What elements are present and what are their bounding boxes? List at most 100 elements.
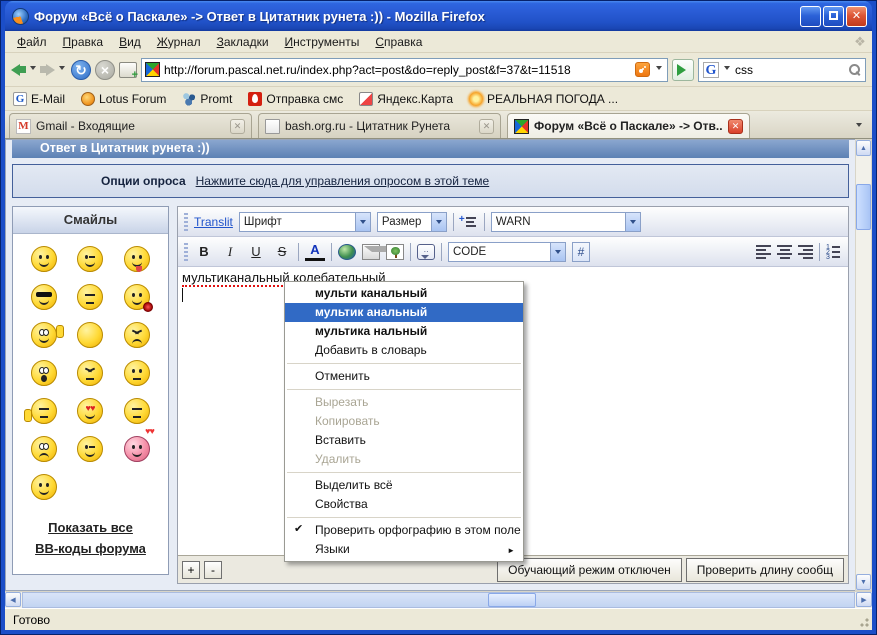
bookmark-item[interactable]: Яндекс.Карта <box>359 92 453 106</box>
menu-4[interactable]: Журнал <box>149 32 209 52</box>
align-left-icon[interactable] <box>756 242 771 261</box>
context-menu-item[interactable]: Языки► <box>285 540 523 559</box>
minimize-button[interactable] <box>800 6 821 27</box>
bookmark-item[interactable]: GE-Mail <box>13 92 65 106</box>
scroll-up-icon[interactable]: ▲ <box>856 140 871 156</box>
smiley-love-eyes-icon[interactable]: ♥♥ <box>77 398 103 424</box>
bookmark-item[interactable]: Отправка смс <box>248 92 343 106</box>
bookmark-item[interactable]: РЕАЛЬНАЯ ПОГОДА ... <box>469 92 618 106</box>
tab-close-icon[interactable]: ✕ <box>728 119 743 134</box>
align-right-icon[interactable] <box>798 242 813 261</box>
strikethrough-button[interactable]: S <box>272 242 292 262</box>
context-menu-item[interactable]: Свойства <box>285 495 523 514</box>
tab-list-dropdown[interactable] <box>850 116 868 136</box>
resize-grip-icon[interactable] <box>859 617 869 627</box>
bb-codes-link[interactable]: ВВ-коды форума <box>17 539 164 560</box>
horizontal-scroll-thumb[interactable] <box>488 593 536 607</box>
numbered-list-icon[interactable]: 123 <box>826 243 842 260</box>
decrease-size-button[interactable]: - <box>204 561 222 579</box>
show-all-smileys-link[interactable]: Показать все <box>17 518 164 539</box>
smiley-grin-icon[interactable] <box>31 474 57 500</box>
forward-history-dropdown[interactable] <box>59 66 65 73</box>
menu-5[interactable]: Закладки <box>209 32 277 52</box>
bookmark-item[interactable]: Lotus Forum <box>81 92 166 106</box>
smiley-worried-icon[interactable] <box>31 436 57 462</box>
size-select[interactable]: Размер <box>377 212 447 232</box>
vertical-scrollbar[interactable]: ▲ ▼ <box>855 139 872 591</box>
url-dropdown[interactable] <box>656 66 662 73</box>
underline-button[interactable]: U <box>246 242 266 262</box>
spelling-suggestion[interactable]: мультик анальный <box>285 303 523 322</box>
back-button[interactable] <box>11 64 26 76</box>
check-length-button[interactable]: Проверить длину сообщ <box>686 558 844 582</box>
new-tab-button[interactable] <box>119 62 137 78</box>
go-button[interactable] <box>672 59 694 81</box>
training-mode-button[interactable]: Обучающий режим отключен <box>497 558 682 582</box>
address-bar[interactable]: http://forum.pascal.net.ru/index.php?act… <box>141 58 668 82</box>
menu-3[interactable]: Вид <box>111 32 149 52</box>
forward-button[interactable] <box>40 64 55 76</box>
smiley-cool-icon[interactable] <box>31 284 57 310</box>
tab-3[interactable]: Форум «Всё о Паскале» -> Отв...✕ <box>507 113 750 138</box>
scroll-left-icon[interactable]: ◀ <box>5 592 21 607</box>
insert-link-icon[interactable] <box>338 244 356 260</box>
insert-image-icon[interactable] <box>386 244 404 260</box>
menu-1[interactable]: Файл <box>9 32 55 52</box>
smiley-blushing-hearts-icon[interactable]: ♥♥ <box>124 436 150 462</box>
scroll-right-icon[interactable]: ▶ <box>856 592 872 607</box>
smiley-surprised-icon[interactable] <box>31 360 57 386</box>
close-button[interactable]: ✕ <box>846 6 867 27</box>
horizontal-scrollbar[interactable]: ◀ ▶ <box>5 591 872 608</box>
tab-1[interactable]: MGmail - Входящие✕ <box>9 113 252 138</box>
search-input[interactable]: css <box>735 63 846 77</box>
stop-button[interactable]: × <box>95 60 115 80</box>
increase-size-button[interactable]: + <box>182 561 200 579</box>
menu-2[interactable]: Правка <box>55 32 112 52</box>
font-select[interactable]: Шрифт <box>239 212 371 232</box>
smiley-thumbs-up-icon[interactable] <box>31 322 57 348</box>
smiley-sleepy-icon[interactable] <box>124 398 150 424</box>
chevron-down-icon[interactable] <box>550 243 565 261</box>
smiley-smile-icon[interactable] <box>31 246 57 272</box>
warn-select[interactable]: WARN <box>491 212 641 232</box>
search-box[interactable]: G css <box>698 58 866 82</box>
menu-6[interactable]: Инструменты <box>277 32 368 52</box>
google-search-icon[interactable]: G <box>703 62 719 78</box>
titlebar[interactable]: Форум «Всё о Паскале» -> Ответ в Цитатни… <box>5 1 872 31</box>
bookmark-item[interactable]: Promt <box>182 92 232 106</box>
smiley-wink-icon[interactable] <box>77 246 103 272</box>
scroll-down-icon[interactable]: ▼ <box>856 574 871 590</box>
tab-close-icon[interactable]: ✕ <box>479 119 494 134</box>
menu-7[interactable]: Справка <box>367 32 430 52</box>
smiley-angry-icon[interactable] <box>124 322 150 348</box>
smiley-thumbs-down-icon[interactable] <box>31 398 57 424</box>
smiley-wink2-icon[interactable] <box>77 436 103 462</box>
hash-button[interactable]: # <box>572 242 590 262</box>
smiley-blank-icon[interactable] <box>77 322 103 348</box>
tab-2[interactable]: bash.org.ru - Цитатник Рунета✕ <box>258 113 501 138</box>
context-menu-item[interactable]: Добавить в словарь <box>285 341 523 360</box>
context-menu-item[interactable]: Отменить <box>285 367 523 386</box>
chevron-down-icon[interactable] <box>431 213 446 231</box>
align-center-icon[interactable] <box>777 242 792 261</box>
chevron-down-icon[interactable] <box>355 213 370 231</box>
smiley-straight-icon[interactable] <box>124 360 150 386</box>
font-color-button[interactable]: A <box>305 242 325 261</box>
vertical-scroll-thumb[interactable] <box>856 184 871 230</box>
smiley-tongue-icon[interactable] <box>124 246 150 272</box>
search-engine-dropdown[interactable] <box>724 66 730 73</box>
poll-manage-link[interactable]: Нажмите сюда для управления опросом в эт… <box>196 174 490 188</box>
url-text[interactable]: http://forum.pascal.net.ru/index.php?act… <box>164 63 631 77</box>
smiley-annoyed-icon[interactable] <box>77 360 103 386</box>
reload-button[interactable]: ↻ <box>71 60 91 80</box>
translit-link[interactable]: Translit <box>194 215 233 229</box>
spelling-suggestion[interactable]: мультика нальный <box>285 322 523 341</box>
spelling-suggestion[interactable]: мульти канальный <box>285 284 523 303</box>
context-menu-item[interactable]: Проверить орфографию в этом поле✔ <box>285 521 523 540</box>
chevron-down-icon[interactable] <box>625 213 640 231</box>
indent-icon[interactable] <box>460 215 478 229</box>
smiley-rose-icon[interactable] <box>124 284 150 310</box>
insert-email-icon[interactable] <box>362 244 380 260</box>
maximize-button[interactable] <box>823 6 844 27</box>
context-menu-item[interactable]: Выделить всё <box>285 476 523 495</box>
